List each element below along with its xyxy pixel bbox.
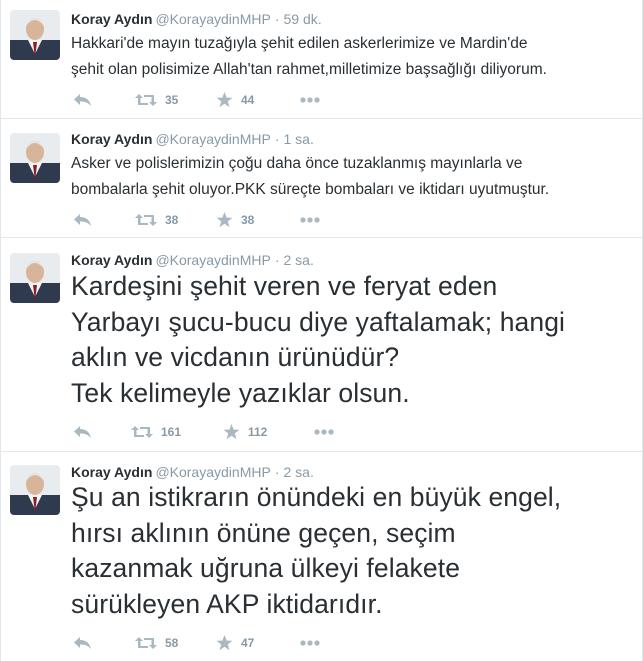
- favorite-count: 47: [241, 636, 255, 650]
- tweet-header: Koray Aydın @KorayaydinMHP · 1 sa.: [71, 130, 314, 148]
- tweet-text-line: Asker ve polislerimizin çoğu daha önce t…: [71, 155, 523, 172]
- tweet-text-line: kazanmak uğruna ülkeyi felakete: [71, 553, 461, 583]
- avatar[interactable]: [10, 133, 60, 183]
- retweet-icon: [135, 637, 157, 649]
- author-name[interactable]: Koray Aydın: [71, 131, 152, 147]
- timestamp[interactable]: 1 sa.: [283, 131, 313, 147]
- avatar[interactable]: [10, 465, 60, 515]
- avatar[interactable]: [10, 253, 60, 303]
- author-username[interactable]: @KorayaydinMHP: [155, 11, 270, 27]
- tweet-header: Koray Aydın @KorayaydinMHP · 2 sa.: [71, 251, 314, 269]
- reply-button[interactable]: [73, 422, 92, 442]
- reply-icon: [74, 214, 91, 226]
- tweet-actions: 35 44: [73, 90, 373, 110]
- retweet-icon: [135, 94, 157, 106]
- favorite-button[interactable]: 44: [216, 90, 254, 110]
- author-name[interactable]: Koray Aydın: [71, 464, 152, 480]
- tweet-text-line: Hakkari'de mayın tuzağıyla şehit edilen …: [71, 35, 528, 52]
- retweet-count: 38: [165, 213, 179, 227]
- retweet-button[interactable]: 58: [135, 633, 178, 653]
- timestamp[interactable]: 59 dk.: [283, 11, 321, 27]
- favorite-button[interactable]: 38: [216, 210, 254, 230]
- star-icon: [216, 635, 233, 651]
- separator: ·: [274, 252, 280, 268]
- reply-icon: [74, 426, 91, 438]
- tweet-header: Koray Aydın @KorayaydinMHP · 59 dk.: [71, 10, 322, 28]
- more-icon: [314, 429, 334, 435]
- retweet-button[interactable]: 35: [135, 90, 178, 110]
- favorite-count: 38: [241, 213, 255, 227]
- tweet[interactable]: Koray Aydın @KorayaydinMHP · 1 sa. Asker ve…: [1, 120, 642, 238]
- star-icon: [216, 92, 233, 108]
- star-icon: [216, 212, 233, 228]
- more-button[interactable]: [314, 422, 334, 442]
- tweet-actions: 58 47: [73, 633, 373, 653]
- reply-icon: [74, 94, 91, 106]
- star-icon: [223, 424, 240, 440]
- retweet-icon: [131, 426, 153, 438]
- tweet-text-line: Kardeşini şehit veren ve feryat eden: [71, 271, 498, 301]
- tweet-actions: 38 38: [73, 210, 373, 230]
- tweet-text-line: Yarbayı şucu-bucu diye yaftalamak; hangi: [71, 306, 566, 337]
- retweet-button[interactable]: 161: [131, 422, 181, 442]
- timestamp[interactable]: 2 sa.: [283, 252, 313, 268]
- tweet-text-line: Şu an istikrarın önündeki en büyük engel…: [71, 482, 562, 512]
- tweet-actions: 161 112: [73, 422, 373, 442]
- tweet-text-line: hırsı aklının önüne geçen, seçim: [71, 517, 456, 548]
- tweet[interactable]: Koray Aydın @KorayaydinMHP · 2 sa. Şu an is…: [1, 453, 642, 661]
- retweet-count: 161: [161, 425, 182, 439]
- author-name[interactable]: Koray Aydın: [71, 252, 152, 268]
- reply-button[interactable]: [73, 210, 92, 230]
- tweet-text: Kardeşini şehit veren ve feryat eden Yar…: [71, 269, 636, 411]
- separator: ·: [274, 464, 280, 480]
- retweet-count: 35: [165, 93, 179, 107]
- separator: ·: [274, 131, 280, 147]
- tweet-text-line: sürükleyen AKP iktidarıdır.: [71, 588, 383, 619]
- more-button[interactable]: [300, 90, 320, 110]
- more-button[interactable]: [300, 633, 320, 653]
- reply-button[interactable]: [73, 633, 92, 653]
- separator: ·: [274, 11, 280, 27]
- tweet-text-line: Tek kelimeyle yazıklar olsun.: [71, 377, 410, 408]
- author-username[interactable]: @KorayaydinMHP: [155, 464, 270, 480]
- tweet-timeline: Koray Aydın @KorayaydinMHP · 59 dk. Hakkari…: [0, 0, 643, 661]
- tweet[interactable]: Koray Aydın @KorayaydinMHP · 2 sa. Kardeşin…: [1, 239, 642, 452]
- favorite-button[interactable]: 112: [223, 422, 267, 442]
- tweet[interactable]: Koray Aydın @KorayaydinMHP · 59 dk. Hakkari…: [1, 0, 642, 119]
- favorite-button[interactable]: 47: [216, 633, 254, 653]
- author-name[interactable]: Koray Aydın: [71, 11, 152, 27]
- more-icon: [300, 97, 320, 103]
- author-username[interactable]: @KorayaydinMHP: [155, 252, 270, 268]
- tweet-text-line: aklın ve vicdanın ürünüdür?: [71, 342, 400, 372]
- retweet-count: 58: [165, 636, 179, 650]
- more-icon: [300, 217, 320, 223]
- tweet-text-line: bombalarla şehit oluyor.PKK süreçte bomb…: [71, 181, 550, 198]
- author-username[interactable]: @KorayaydinMHP: [155, 131, 270, 147]
- avatar[interactable]: [10, 10, 60, 60]
- tweet-text: Şu an istikrarın önündeki en büyük engel…: [71, 480, 636, 622]
- tweet-text: Asker ve polislerimizin çoğu daha önce t…: [71, 151, 636, 203]
- tweet-text: Hakkari'de mayın tuzağıyla şehit edilen …: [71, 31, 636, 83]
- more-button[interactable]: [300, 210, 320, 230]
- more-icon: [300, 640, 320, 646]
- tweet-text-line: şehit olan polisimize Allah'tan rahmet,m…: [71, 61, 547, 78]
- reply-button[interactable]: [73, 90, 92, 110]
- favorite-count: 44: [241, 93, 255, 107]
- retweet-icon: [135, 214, 157, 226]
- timestamp[interactable]: 2 sa.: [283, 464, 313, 480]
- reply-icon: [74, 637, 91, 649]
- favorite-count: 112: [248, 425, 268, 439]
- tweet-header: Koray Aydın @KorayaydinMHP · 2 sa.: [71, 463, 314, 481]
- retweet-button[interactable]: 38: [135, 210, 178, 230]
